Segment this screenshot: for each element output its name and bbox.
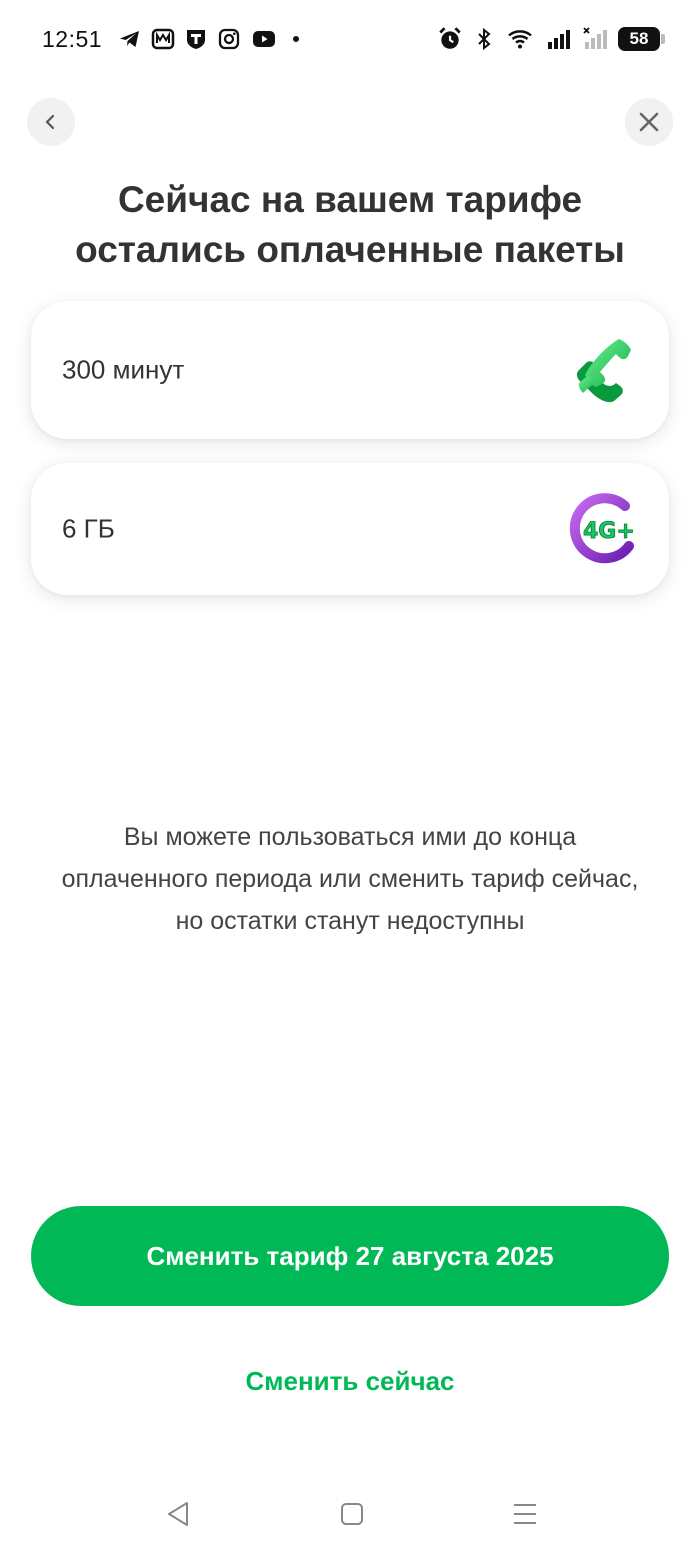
t-bank-icon <box>187 30 205 49</box>
svg-text:4G+: 4G+ <box>583 519 635 544</box>
description-line-2: оплаченного периода или сменить тариф се… <box>61 865 639 893</box>
close-button[interactable] <box>625 98 673 146</box>
package-card-minutes: 300 минут <box>31 301 669 439</box>
status-right-icons: 58 <box>437 26 665 52</box>
signal-no-service-icon <box>583 27 607 49</box>
notification-dot <box>293 36 299 42</box>
chevron-left-icon <box>45 114 55 130</box>
page-title: Сейчас на вашем тарифе остались оплаченн… <box>40 175 660 275</box>
4g-plus-icon: 4G+ <box>569 493 635 564</box>
metro-icon <box>151 28 175 50</box>
change-now-link[interactable]: Сменить сейчас <box>150 1366 550 1397</box>
back-button[interactable] <box>27 98 75 146</box>
title-line-2: остались оплаченные пакеты <box>75 229 625 270</box>
status-bar: 12:51 58 <box>0 0 700 80</box>
triangle-back-icon <box>168 1502 188 1526</box>
close-icon <box>639 112 659 132</box>
phone-icon <box>576 339 631 403</box>
system-recents-button[interactable] <box>505 1494 545 1534</box>
package-label-data: 6 ГБ <box>62 513 115 544</box>
description-text: Вы можете пользоваться ими до конца опла… <box>30 816 670 942</box>
description-line-1: Вы можете пользоваться ими до конца <box>123 823 577 851</box>
menu-lines-icon <box>514 1504 536 1524</box>
status-left-icons <box>118 27 299 51</box>
alarm-icon <box>439 27 461 49</box>
telegram-icon <box>120 31 139 47</box>
package-card-data: 6 ГБ 4G+ <box>31 463 669 595</box>
status-time: 12:51 <box>42 26 103 52</box>
wifi-icon <box>508 30 532 49</box>
signal-icon <box>548 30 570 49</box>
description-line-3: но остатки станут недоступны <box>175 907 525 935</box>
battery-icon: 58 <box>618 27 665 51</box>
youtube-icon <box>253 31 275 47</box>
package-label-minutes: 300 минут <box>62 354 185 385</box>
system-navigation-bar <box>0 1480 700 1556</box>
bluetooth-icon <box>478 27 491 51</box>
change-tariff-date-button[interactable]: Сменить тариф 27 августа 2025 <box>31 1206 669 1306</box>
system-home-button[interactable] <box>332 1494 372 1534</box>
square-home-icon <box>341 1503 363 1525</box>
system-back-button[interactable] <box>158 1494 198 1534</box>
title-line-1: Сейчас на вашем тарифе <box>117 179 583 220</box>
instagram-icon <box>218 28 240 50</box>
